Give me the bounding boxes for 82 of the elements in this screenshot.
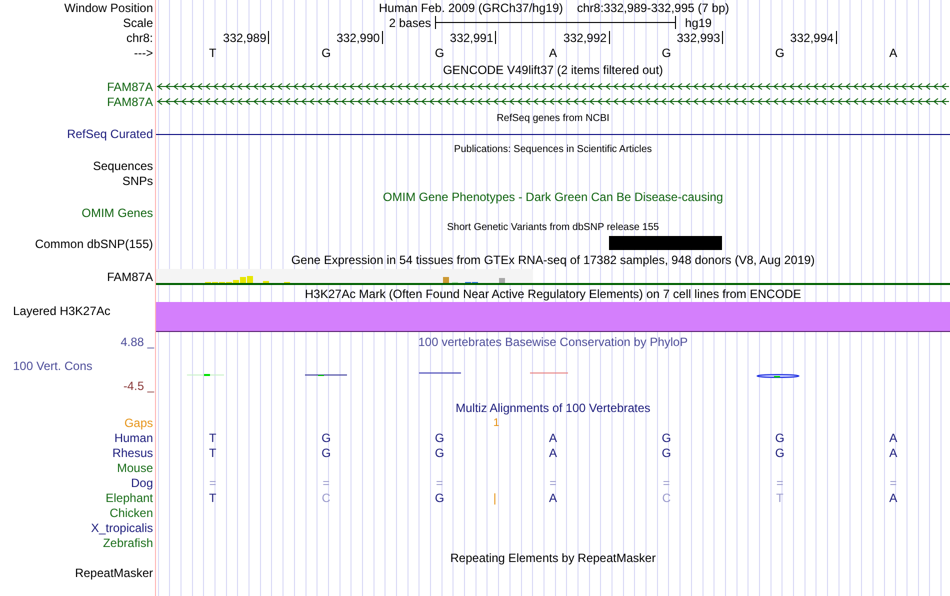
- coordinate-tick: 332,993: [676, 31, 724, 44]
- aligned-base: C: [322, 492, 330, 504]
- aligned-base: A: [548, 492, 557, 504]
- aligned-base: T: [776, 492, 784, 504]
- axis-max: 4.88 _: [120, 336, 154, 348]
- coordinate-tick: 332,990: [336, 31, 383, 44]
- aligned-base: A: [889, 432, 898, 444]
- coordinate-tick: 332,989: [223, 31, 270, 44]
- species-label[interactable]: Chicken: [110, 506, 153, 518]
- track-label[interactable]: Sequences: [92, 160, 153, 172]
- aligned-base: =: [776, 476, 784, 488]
- track-title: Short Genetic Variants from dbSNP release 155: [447, 223, 659, 233]
- aligned-base: G: [321, 432, 331, 444]
- track-label[interactable]: Common dbSNP(155): [34, 238, 153, 250]
- species-label[interactable]: X_tropicalis: [90, 522, 153, 534]
- row-label[interactable]: Window Position: [64, 2, 153, 14]
- base-letter: G: [321, 46, 331, 58]
- species-label[interactable]: Zebrafish: [102, 536, 153, 548]
- gap-count: 1: [493, 418, 500, 429]
- aligned-base: G: [775, 446, 785, 458]
- aligned-base: =: [549, 476, 556, 488]
- track-label[interactable]: FAM87A: [106, 96, 153, 108]
- track-label[interactable]: FAM87A: [106, 80, 153, 92]
- track-title: Gene Expression in 54 tissues from GTEx RNA-seq of 17382 samples, 948 donors (V8, Aug 2019): [291, 254, 815, 266]
- aligned-base: G: [434, 492, 444, 504]
- track-label[interactable]: OMIM Genes: [82, 206, 153, 218]
- scale-assembly: hg19: [685, 16, 712, 28]
- aligned-base: A: [889, 492, 898, 504]
- track-title: OMIM Gene Phenotypes - Dark Green Can Be Disease-causing: [382, 191, 724, 203]
- row-label[interactable]: chr8:: [126, 32, 153, 44]
- aligned-base: G: [662, 432, 672, 444]
- coordinate-tick: 332,994: [790, 31, 837, 44]
- aligned-base: C: [662, 492, 671, 504]
- track-label[interactable]: RefSeq Curated: [66, 128, 153, 140]
- position-range: chr8:332,989-332,995 (7 bp): [577, 2, 730, 14]
- aligned-base: =: [209, 476, 216, 488]
- track-title: Multiz Alignments of 100 Vertebrates: [456, 402, 650, 414]
- track-label[interactable]: RepeatMasker: [74, 567, 153, 579]
- species-label[interactable]: Rhesus: [112, 446, 153, 458]
- aligned-base: T: [209, 492, 216, 504]
- track-label[interactable]: 100 Vert. Cons: [13, 360, 92, 372]
- aligned-base: A: [548, 432, 557, 444]
- base-letter: G: [662, 46, 672, 58]
- track-title: 100 vertebrates Basewise Conservation by PhyloP: [418, 336, 688, 348]
- axis-min: -4.5 _: [123, 380, 154, 392]
- aligned-base: =: [890, 476, 897, 488]
- species-label[interactable]: Elephant: [106, 492, 153, 504]
- track-label[interactable]: Layered H3K27Ac: [13, 305, 110, 317]
- base-letter: G: [775, 46, 785, 58]
- aligned-base: T: [209, 432, 216, 444]
- base-letter: A: [548, 46, 557, 58]
- base-letter: A: [889, 46, 898, 58]
- species-label[interactable]: Human: [114, 432, 153, 444]
- aligned-base: A: [889, 446, 898, 458]
- track-label[interactable]: SNPs: [122, 174, 153, 186]
- row-label[interactable]: Scale: [122, 16, 153, 28]
- assembly-label: Human Feb. 2009 (GRCh37/hg19): [378, 2, 563, 14]
- strand-label[interactable]: --->: [134, 46, 153, 58]
- scale-span: 2 bases: [389, 16, 432, 28]
- coordinate-tick: 332,992: [563, 31, 610, 44]
- base-letter: G: [434, 46, 444, 58]
- track-title: Repeating Elements by RepeatMasker: [450, 552, 656, 564]
- species-label[interactable]: Dog: [130, 476, 153, 488]
- aligned-base: =: [662, 476, 670, 488]
- track-title: GENCODE V49lift37 (2 items filtered out): [442, 64, 664, 76]
- aligned-base: =: [436, 476, 444, 488]
- aligned-base: G: [321, 446, 331, 458]
- track-title: H3K27Ac Mark (Often Found Near Active Regulatory Elements) on 7 cell lines from ENCODE: [304, 288, 802, 300]
- aligned-base: G: [662, 446, 672, 458]
- aligned-base: G: [434, 432, 444, 444]
- aligned-base: G: [434, 446, 444, 458]
- track-label[interactable]: FAM87A: [106, 271, 153, 283]
- coordinate-tick: 332,991: [450, 31, 496, 44]
- track-title: Publications: Sequences in Scientific Articles: [454, 145, 652, 155]
- aligned-base: =: [322, 476, 330, 488]
- aligned-base: A: [548, 446, 557, 458]
- base-letter: T: [209, 46, 216, 58]
- insertion-mark: |: [493, 492, 496, 504]
- aligned-base: T: [209, 446, 216, 458]
- aligned-base: G: [775, 432, 785, 444]
- species-label[interactable]: Mouse: [116, 462, 153, 474]
- track-title: RefSeq genes from NCBI: [496, 114, 610, 124]
